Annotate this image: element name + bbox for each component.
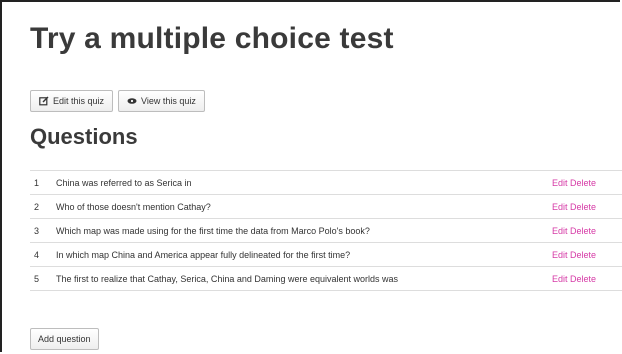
delete-question-link[interactable]: Delete (570, 274, 596, 284)
table-row: 2 Who of those doesn't mention Cathay? E… (30, 194, 622, 219)
table-row: 4 In which map China and America appear … (30, 242, 622, 267)
edit-question-link[interactable]: Edit (552, 178, 568, 188)
question-number: 4 (34, 249, 40, 260)
edit-quiz-label: Edit this quiz (53, 96, 105, 106)
questions-heading: Questions (30, 124, 138, 149)
eye-icon (127, 96, 137, 106)
question-number: 2 (34, 201, 40, 212)
question-text: Who of those doesn't mention Cathay? (56, 201, 211, 212)
view-quiz-button[interactable]: View this quiz (118, 90, 205, 112)
view-quiz-label: View this quiz (141, 96, 196, 106)
question-text: Which map was made using for the first t… (56, 225, 370, 236)
delete-question-link[interactable]: Delete (570, 250, 596, 260)
edit-icon (39, 96, 49, 106)
questions-table: 1 China was referred to as Serica in Edi… (30, 170, 622, 291)
table-row: 1 China was referred to as Serica in Edi… (30, 170, 622, 195)
delete-question-link[interactable]: Delete (570, 202, 596, 212)
question-actions: Edit Delete (552, 219, 622, 243)
add-question-button[interactable]: Add question (30, 328, 99, 350)
edit-question-link[interactable]: Edit (552, 226, 568, 236)
question-number: 1 (34, 177, 40, 188)
delete-question-link[interactable]: Delete (570, 178, 596, 188)
page-title: Try a multiple choice test (30, 22, 394, 55)
question-text: China was referred to as Serica in (56, 177, 192, 188)
question-text: The first to realize that Cathay, Serica… (56, 273, 398, 284)
table-row: 3 Which map was made using for the first… (30, 218, 622, 243)
edit-question-link[interactable]: Edit (552, 250, 568, 260)
question-actions: Edit Delete (552, 267, 622, 291)
quiz-toolbar: Edit this quiz View this quiz (30, 90, 205, 112)
question-number: 3 (34, 225, 40, 236)
table-row: 5 The first to realize that Cathay, Seri… (30, 266, 622, 291)
question-text: In which map China and America appear fu… (56, 249, 351, 260)
question-actions: Edit Delete (552, 243, 622, 267)
delete-question-link[interactable]: Delete (570, 226, 596, 236)
question-actions: Edit Delete (552, 171, 622, 195)
question-number: 5 (34, 273, 40, 284)
edit-question-link[interactable]: Edit (552, 202, 568, 212)
question-actions: Edit Delete (552, 195, 622, 219)
edit-question-link[interactable]: Edit (552, 274, 568, 284)
edit-quiz-button[interactable]: Edit this quiz (30, 90, 114, 112)
